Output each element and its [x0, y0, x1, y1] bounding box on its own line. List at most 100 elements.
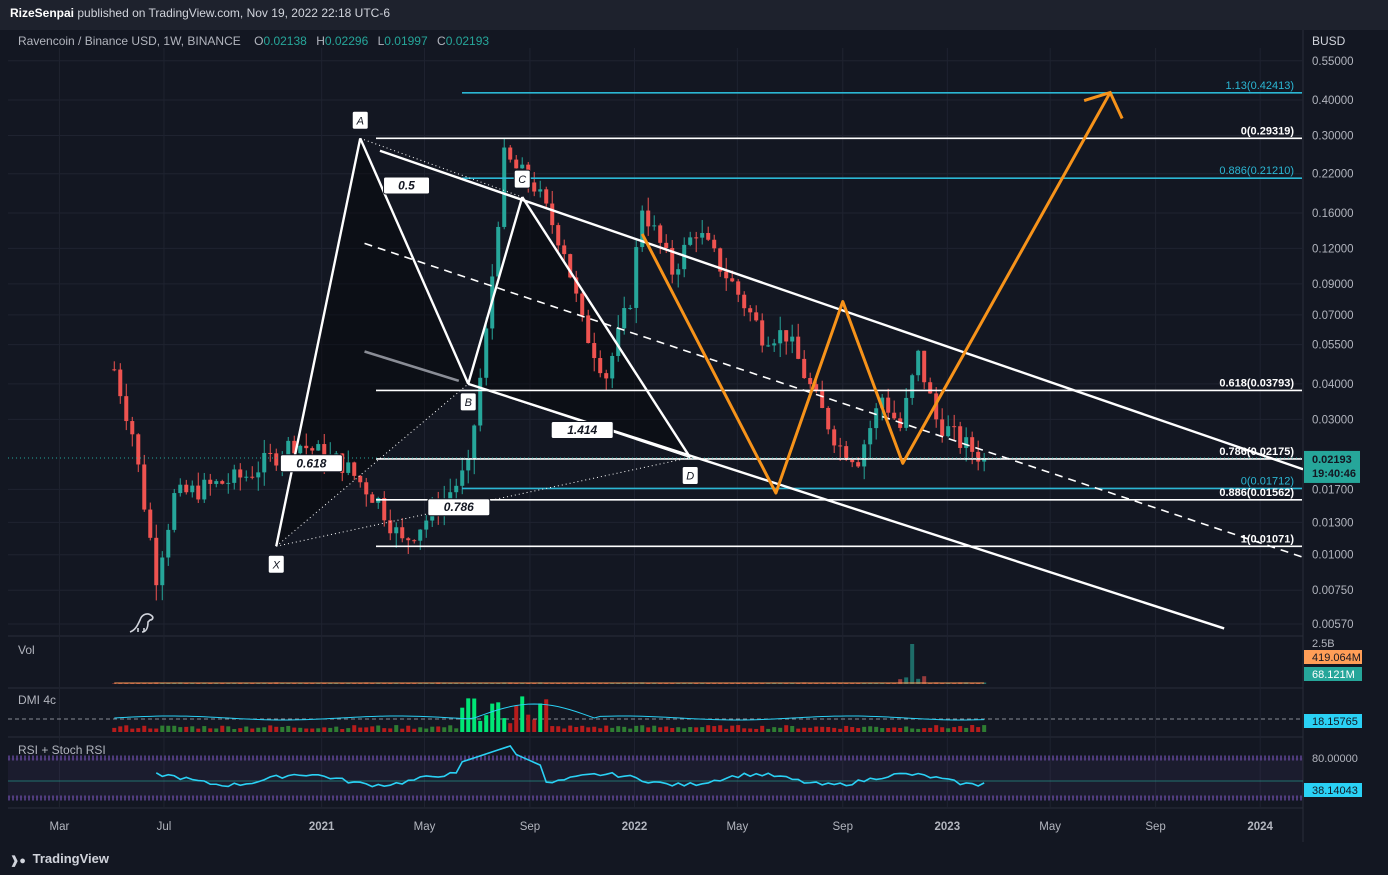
price-axis[interactable]: 0.55000 0.40000 0.30000 0.22000 0.16000 0.120…: [1304, 56, 1360, 631]
volume-bar: [226, 683, 231, 684]
dmi-bar: [322, 727, 327, 732]
price-chart[interactable]: 1.13(0.42413) 0(0.29319) 0.886(0.21210) 0.6…: [0, 0, 1388, 842]
dmi-bar: [766, 728, 771, 732]
candle-body: [244, 476, 249, 478]
dmi-bar: [328, 727, 333, 732]
candle-body: [418, 529, 423, 541]
dmi-bar: [556, 726, 561, 732]
candle-body: [142, 464, 147, 510]
candle-body: [778, 330, 783, 344]
candle-body: [850, 459, 855, 463]
candle-body: [226, 482, 231, 484]
time-tick: May: [1039, 821, 1061, 833]
dmi-bar: [460, 707, 465, 732]
candle-body: [250, 476, 255, 478]
volume-bar: [250, 683, 255, 684]
candle-body: [580, 293, 585, 316]
dmi-bar: [820, 726, 825, 732]
dmi-bar: [652, 725, 657, 732]
candle-body: [742, 294, 747, 309]
dmi-bar: [250, 728, 255, 732]
price-tick: 0.05500: [1312, 340, 1354, 352]
dmi-bar: [364, 727, 369, 732]
dmi-bar: [532, 719, 537, 732]
dmi-bar: [418, 727, 423, 732]
drawings: [8, 90, 1303, 630]
dmi-bar: [826, 727, 831, 732]
dmi-bar: [226, 726, 231, 732]
dmi-bar: [430, 726, 435, 732]
dmi-bar: [244, 726, 249, 732]
candle-body: [766, 345, 771, 347]
time-tick: Mar: [50, 821, 70, 833]
dmi-bar: [400, 728, 405, 732]
ratio-label: 0.5: [398, 178, 415, 192]
candle-body: [460, 470, 465, 486]
candle-body: [700, 232, 705, 238]
tradingview-logo[interactable]: ❱● TradingView: [10, 851, 109, 867]
dinosaur-icon: [129, 613, 154, 633]
candle-body: [424, 520, 429, 530]
pattern-point-label: B: [465, 397, 472, 409]
dmi-bar: [196, 728, 201, 732]
price-tick: 0.07000: [1312, 310, 1354, 322]
candle-body: [298, 445, 303, 454]
price-tick: 0.01700: [1312, 484, 1354, 496]
dmi-bar: [388, 728, 393, 732]
dmi-bar: [904, 726, 909, 732]
candle-body: [610, 355, 615, 379]
dmi-bar: [622, 726, 627, 732]
dmi-bar: [514, 705, 519, 732]
candle-body: [208, 479, 213, 484]
candle-body: [454, 485, 459, 493]
candle-body: [556, 225, 561, 246]
candle-body: [754, 312, 759, 321]
dmi-adx-line: [114, 703, 985, 721]
candle-body: [196, 485, 201, 500]
time-tick: 2023: [935, 821, 961, 833]
volume-bar: [256, 683, 261, 684]
dmi-bar: [760, 725, 765, 732]
volume-bar: [286, 683, 291, 684]
dmi-bar: [424, 728, 429, 732]
dmi-bar: [496, 702, 501, 732]
price-tick: 0.40000: [1312, 95, 1354, 107]
dmi-bar: [940, 727, 945, 732]
dmi-bar: [862, 726, 867, 732]
harmonic-pattern: [276, 138, 691, 547]
dmi-bar: [736, 725, 741, 732]
dmi-bar: [412, 728, 417, 732]
candle-body: [946, 426, 951, 437]
candle-body: [790, 336, 795, 342]
candle-body: [904, 397, 909, 428]
candle-body: [220, 481, 225, 484]
dmi-bar: [268, 725, 273, 732]
dmi-bar: [130, 728, 135, 732]
candle-body: [838, 445, 843, 447]
candle-body: [304, 445, 309, 449]
time-tick: Jul: [157, 821, 172, 833]
dmi-bar: [346, 728, 351, 732]
last-price-value: 0.02193: [1312, 454, 1352, 466]
ratio-label: 0.618: [296, 456, 326, 470]
dmi-bar: [640, 725, 645, 732]
candle-body: [598, 358, 603, 374]
dmi-bar: [184, 726, 189, 732]
fib-level-label: 1.13(0.42413): [1226, 80, 1295, 92]
dmi-bar: [112, 727, 117, 732]
candle-body: [730, 278, 735, 282]
candle-body: [952, 426, 957, 428]
dmi-bar: [634, 725, 639, 732]
dmi-bar: [886, 728, 891, 732]
dmi-bar: [898, 727, 903, 732]
candle-body: [136, 434, 141, 465]
dmi-bar: [844, 725, 849, 732]
candle-body: [148, 509, 153, 538]
candle-body: [694, 237, 699, 239]
dmi-bar: [238, 728, 243, 732]
dmi-bar: [604, 725, 609, 732]
dmi-bar: [616, 726, 621, 732]
time-axis[interactable]: Mar Jul 2021 May Sep 2022 May Sep 2023 May Sep 2024: [50, 821, 1274, 833]
dmi-bar: [742, 728, 747, 732]
dmi-bar: [976, 727, 981, 732]
